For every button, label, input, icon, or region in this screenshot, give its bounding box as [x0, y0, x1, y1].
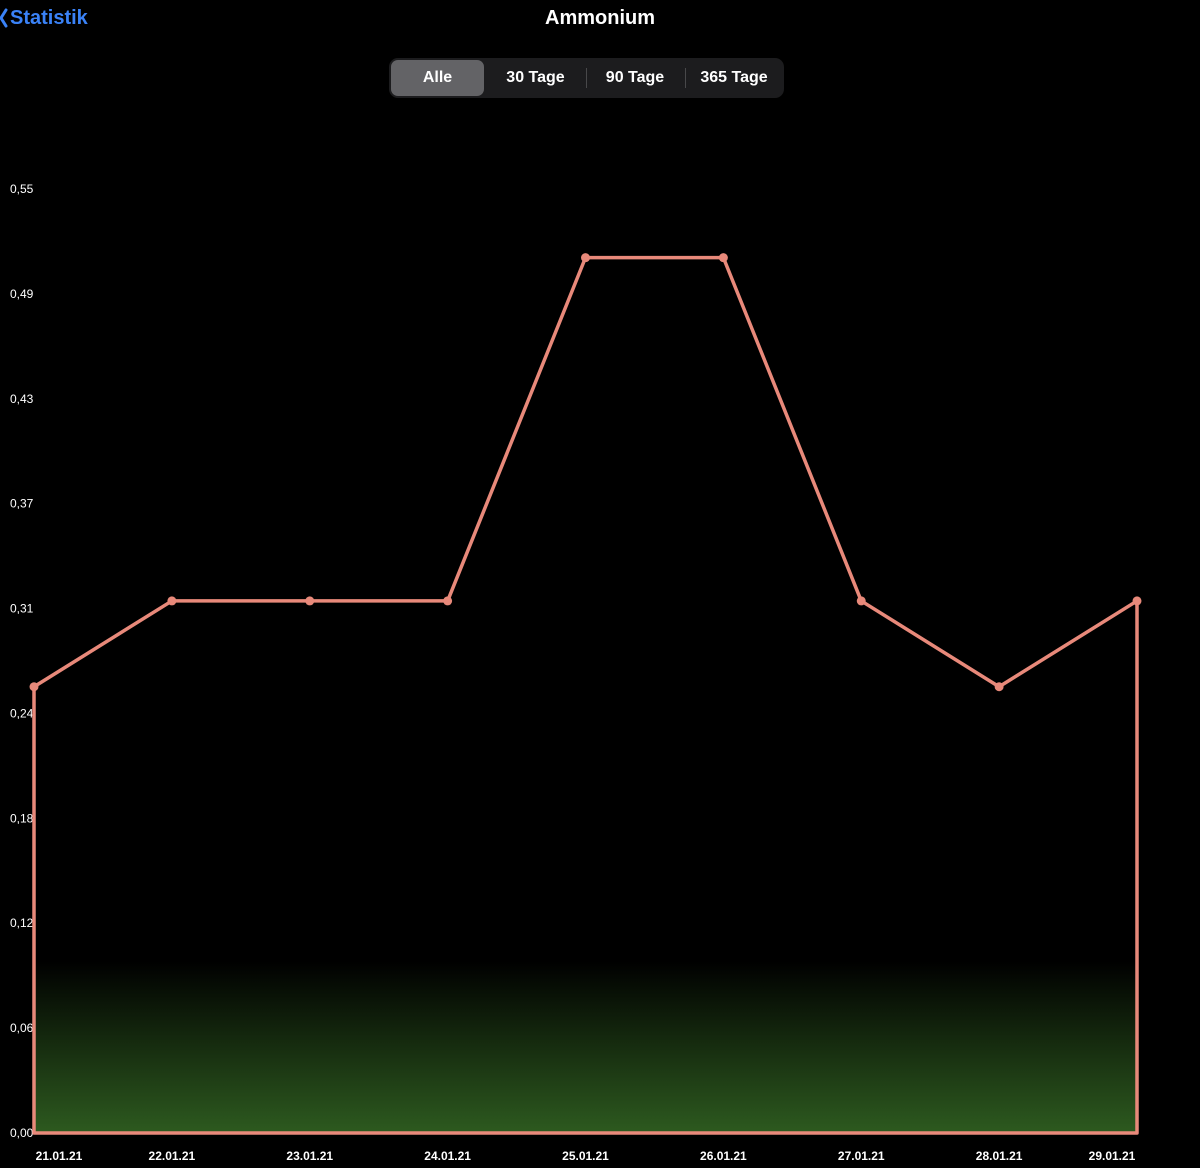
- data-point[interactable]: [305, 596, 315, 606]
- data-point[interactable]: [581, 253, 590, 263]
- data-point[interactable]: [443, 596, 453, 606]
- y-tick-label: 0,12: [10, 916, 34, 930]
- data-point[interactable]: [167, 596, 177, 606]
- y-tick-label: 0,43: [10, 392, 34, 406]
- ammonium-line-chart: 0,00 0,06 0,12 0,18 0,24 0,31 0,37 0,43 0,49 0,55…: [10, 182, 1142, 1163]
- x-tick-label: 29.01.21: [1089, 1149, 1136, 1163]
- x-tick-label: 24.01.21: [424, 1149, 471, 1163]
- x-tick-label: 25.01.21: [562, 1149, 609, 1163]
- x-tick-label: 21.01.21: [36, 1149, 83, 1163]
- y-tick-label: 0,24: [10, 706, 34, 720]
- y-tick-label: 0,31: [10, 602, 34, 616]
- y-tick-label: 0,37: [10, 497, 34, 511]
- y-tick-label: 0,18: [10, 811, 34, 825]
- safe-range-band: [34, 961, 1137, 1133]
- y-tick-label: 0,55: [10, 182, 34, 196]
- x-tick-label: 28.01.21: [976, 1149, 1023, 1163]
- x-tick-label: 27.01.21: [838, 1149, 885, 1163]
- y-tick-label: 0,00: [10, 1126, 34, 1140]
- x-tick-label: 23.01.21: [286, 1149, 333, 1163]
- data-point[interactable]: [856, 596, 866, 606]
- data-point[interactable]: [29, 682, 39, 692]
- data-point[interactable]: [1132, 596, 1142, 606]
- x-tick-label: 26.01.21: [700, 1149, 747, 1163]
- x-tick-label: 22.01.21: [149, 1149, 196, 1163]
- y-tick-label: 0,06: [10, 1021, 34, 1035]
- data-point[interactable]: [994, 682, 1004, 692]
- data-point[interactable]: [718, 253, 728, 263]
- y-tick-label: 0,49: [10, 287, 34, 301]
